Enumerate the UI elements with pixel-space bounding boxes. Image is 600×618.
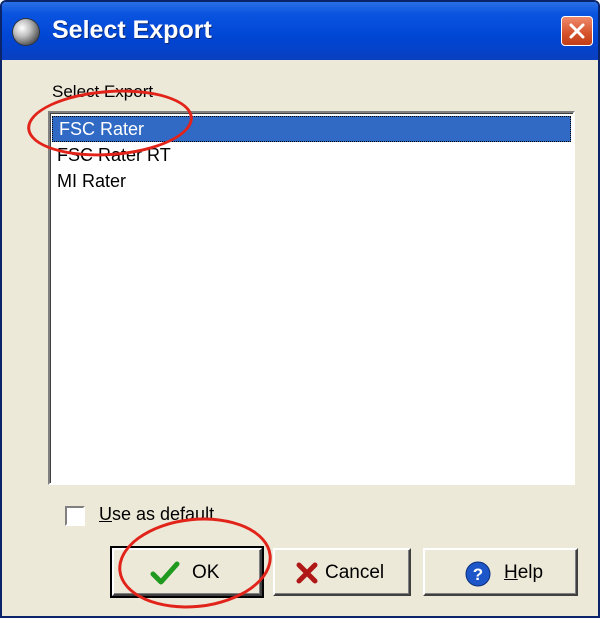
- window-title: Select Export: [52, 16, 212, 44]
- list-item-fsc-rater-rt[interactable]: FSC Rater RT: [50, 142, 573, 168]
- help-icon: ?: [465, 561, 491, 592]
- close-icon: [569, 23, 585, 39]
- cancel-button[interactable]: Cancel: [273, 548, 411, 596]
- close-button[interactable]: [561, 16, 593, 46]
- svg-text:?: ?: [473, 565, 483, 584]
- help-button[interactable]: ? Help: [423, 548, 578, 596]
- ok-label: OK: [192, 562, 220, 583]
- use-as-default-label[interactable]: Use as default: [99, 504, 214, 525]
- export-listbox[interactable]: FSC Rater FSC Rater RT MI Rater: [48, 111, 575, 485]
- app-orb-icon: [13, 19, 39, 45]
- use-as-default-checkbox[interactable]: [65, 506, 85, 526]
- cancel-label: Cancel: [325, 562, 385, 583]
- x-icon: [295, 561, 319, 590]
- select-export-dialog: Select Export Select Export FSC Rater FS…: [0, 0, 600, 618]
- list-item-mi-rater[interactable]: MI Rater: [50, 168, 573, 194]
- help-label: Help: [504, 562, 544, 583]
- list-group-label: Select Export: [52, 82, 154, 101]
- list-item-fsc-rater[interactable]: FSC Rater: [52, 116, 571, 142]
- title-bar[interactable]: Select Export: [2, 2, 598, 60]
- ok-button[interactable]: OK: [110, 546, 264, 598]
- checkmark-icon: [150, 561, 180, 590]
